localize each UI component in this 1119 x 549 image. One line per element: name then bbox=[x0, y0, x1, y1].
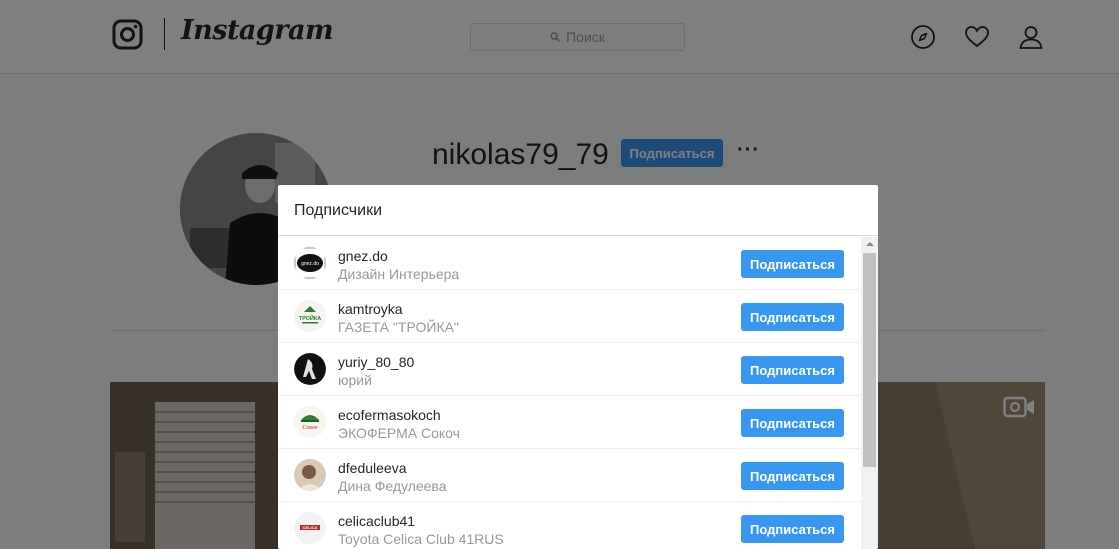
avatar-logo-text: Сокоч bbox=[302, 425, 317, 431]
avatar[interactable] bbox=[294, 459, 326, 491]
follower-username[interactable]: dfeduleeva bbox=[338, 460, 407, 476]
scroll-up-arrow-icon[interactable] bbox=[861, 237, 878, 251]
follower-username[interactable]: kamtroyka bbox=[338, 301, 403, 317]
follower-username[interactable]: ecofermasokoch bbox=[338, 407, 441, 423]
list-item[interactable]: ТРОЙКА kamtroyka ГАЗЕТА "ТРОЙКА" Подписа… bbox=[278, 290, 861, 343]
avatar[interactable]: CELICA bbox=[294, 512, 326, 544]
follow-button[interactable]: Подписаться bbox=[741, 515, 844, 543]
avatar[interactable]: gnez.do bbox=[294, 247, 326, 279]
followers-list: gnez.do gnez.do Дизайн Интерьера Подписа… bbox=[278, 237, 861, 549]
avatar[interactable] bbox=[294, 353, 326, 385]
modal-header: Подписчики bbox=[278, 185, 878, 236]
avatar[interactable]: Сокоч bbox=[294, 406, 326, 438]
avatar-logo-text: CELICA bbox=[303, 525, 318, 530]
scrollbar-thumb[interactable] bbox=[863, 253, 876, 467]
follower-fullname: Toyota Celica Club 41RUS bbox=[338, 531, 504, 547]
avatar[interactable]: ТРОЙКА bbox=[294, 300, 326, 332]
follower-fullname: Дизайн Интерьера bbox=[338, 266, 460, 282]
follower-username[interactable]: yuriy_80_80 bbox=[338, 354, 414, 370]
follower-username[interactable]: gnez.do bbox=[338, 248, 388, 264]
scrollbar[interactable] bbox=[861, 237, 878, 549]
follower-fullname: юрий bbox=[338, 372, 372, 388]
follow-button[interactable]: Подписаться bbox=[741, 303, 844, 331]
list-item[interactable]: CELICA celicaclub41 Toyota Celica Club 4… bbox=[278, 502, 861, 549]
list-item[interactable]: Сокоч ecofermasokoch ЭКОФЕРМА Сокоч Подп… bbox=[278, 396, 861, 449]
avatar-logo-text: ТРОЙКА bbox=[299, 314, 322, 322]
follow-button[interactable]: Подписаться bbox=[741, 409, 844, 437]
follower-fullname: ЭКОФЕРМА Сокоч bbox=[338, 425, 460, 441]
follow-button[interactable]: Подписаться bbox=[741, 356, 844, 384]
follower-fullname: ГАЗЕТА "ТРОЙКА" bbox=[338, 319, 459, 335]
follow-button[interactable]: Подписаться bbox=[741, 462, 844, 490]
follower-fullname: Дина Федулеева bbox=[338, 478, 447, 494]
list-item[interactable]: gnez.do gnez.do Дизайн Интерьера Подписа… bbox=[278, 237, 861, 290]
list-item[interactable]: yuriy_80_80 юрий Подписаться bbox=[278, 343, 861, 396]
avatar-logo-text: gnez.do bbox=[301, 261, 319, 267]
list-item[interactable]: dfeduleeva Дина Федулеева Подписаться bbox=[278, 449, 861, 502]
follower-username[interactable]: celicaclub41 bbox=[338, 513, 415, 529]
follow-button[interactable]: Подписаться bbox=[741, 250, 844, 278]
followers-modal: Подписчики gnez.do gnez.do Дизайн Интерь… bbox=[278, 185, 878, 549]
modal-title: Подписчики bbox=[294, 202, 383, 219]
